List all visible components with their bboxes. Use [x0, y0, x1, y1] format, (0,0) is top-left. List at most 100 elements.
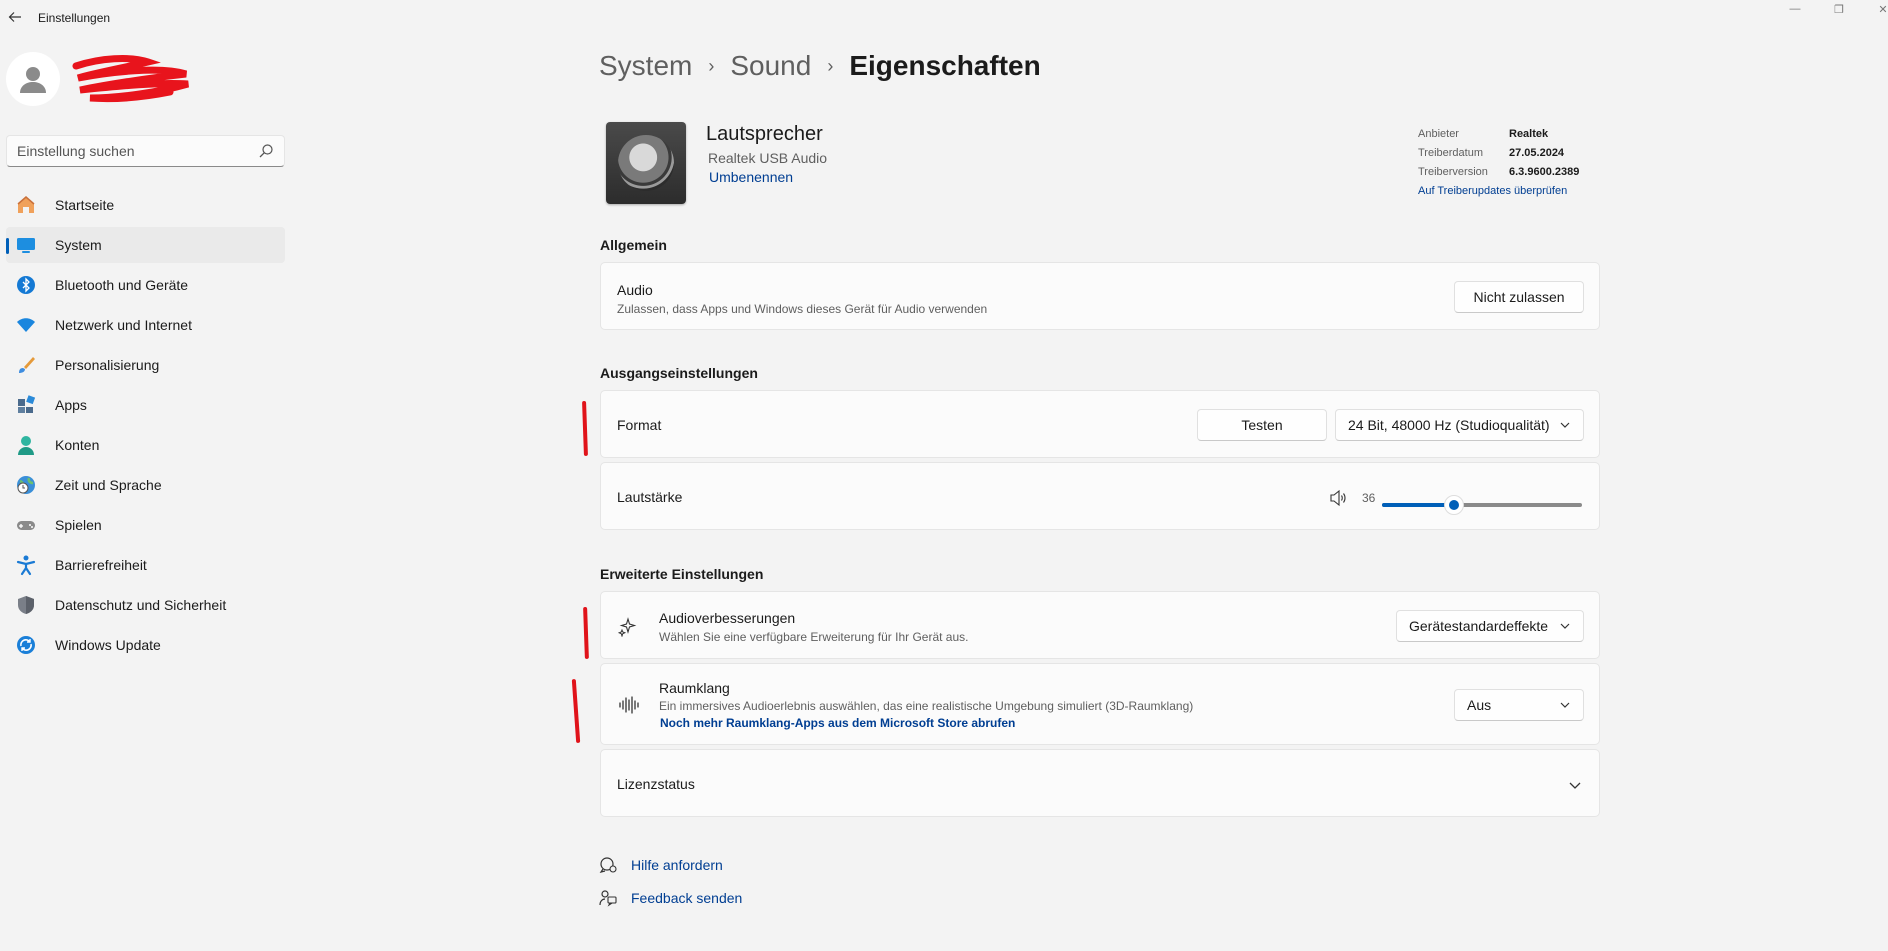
- breadcrumb: System › Sound › Eigenschaften: [599, 50, 1041, 82]
- sidebar-item-konten[interactable]: Konten: [6, 427, 285, 463]
- rename-link[interactable]: Umbenennen: [709, 169, 793, 185]
- sidebar-item-zeit-und-sprache[interactable]: Zeit und Sprache: [6, 467, 285, 503]
- spatial-sound-dropdown-value: Aus: [1467, 697, 1492, 713]
- feedback-icon: [599, 890, 617, 907]
- help-chat-icon: [599, 857, 617, 873]
- license-status-title: Lizenzstatus: [617, 776, 695, 792]
- device-subtitle: Realtek USB Audio: [708, 150, 828, 166]
- sidebar-item-datenschutz[interactable]: Datenschutz und Sicherheit: [6, 587, 285, 623]
- maximize-button[interactable]: ❐: [1819, 0, 1859, 18]
- sound-wave-icon: [619, 696, 639, 714]
- title-bar: Einstellungen — ❐ ✕: [0, 0, 1888, 34]
- test-button[interactable]: Testen: [1197, 409, 1327, 441]
- breadcrumb-separator: ›: [827, 55, 834, 76]
- sidebar-item-label: Personalisierung: [55, 357, 160, 373]
- chevron-down-icon[interactable]: [1568, 778, 1582, 792]
- sidebar-item-label: Konten: [55, 437, 100, 453]
- format-card: Format Testen 24 Bit, 48000 Hz (Studioqu…: [600, 390, 1600, 458]
- section-heading-general: Allgemein: [600, 237, 667, 253]
- sidebar-item-spielen[interactable]: Spielen: [6, 507, 285, 543]
- sidebar-item-label: Zeit und Sprache: [55, 477, 162, 493]
- driver-info-key: Treiberversion: [1418, 166, 1488, 178]
- sidebar-item-windows-update[interactable]: Windows Update: [6, 627, 285, 663]
- apps-icon: [15, 394, 37, 416]
- format-title: Format: [617, 417, 662, 433]
- sidebar-item-bluetooth[interactable]: Bluetooth und Geräte: [6, 267, 285, 303]
- sidebar-item-startseite[interactable]: Startseite: [6, 187, 285, 223]
- driver-info-row: Treiberdatum 27.05.2024: [1418, 147, 1579, 166]
- driver-info-value: 27.05.2024: [1509, 147, 1565, 159]
- enhancements-title: Audioverbesserungen: [659, 610, 796, 626]
- spatial-sound-description: Ein immersives Audioerlebnis auswählen, …: [659, 699, 1194, 713]
- volume-title: Lautstärke: [617, 489, 683, 505]
- annotation-marker: [571, 678, 581, 744]
- get-help-link[interactable]: Hilfe anfordern: [599, 856, 723, 874]
- driver-update-link[interactable]: Auf Treiberupdates überprüfen: [1418, 185, 1579, 197]
- driver-info-row: Anbieter Realtek: [1418, 128, 1579, 147]
- brush-icon: [15, 354, 37, 376]
- sidebar-item-label: Startseite: [55, 197, 115, 213]
- sidebar-item-label: Barrierefreiheit: [55, 557, 147, 573]
- section-heading-advanced: Erweiterte Einstellungen: [600, 566, 764, 582]
- audio-title: Audio: [617, 282, 653, 298]
- back-arrow-icon: [8, 12, 21, 22]
- spatial-sound-card: Raumklang Ein immersives Audioerlebnis a…: [600, 663, 1600, 745]
- sidebar-item-label: Bluetooth und Geräte: [55, 277, 189, 293]
- shield-icon: [15, 594, 37, 616]
- app-title: Einstellungen: [38, 11, 111, 25]
- account-icon: [15, 434, 37, 456]
- breadcrumb-separator: ›: [708, 55, 715, 76]
- send-feedback-link[interactable]: Feedback senden: [599, 889, 742, 907]
- device-name: Lautsprecher: [706, 123, 823, 145]
- system-icon: [15, 234, 37, 256]
- sidebar-item-system[interactable]: System: [6, 227, 285, 263]
- format-dropdown[interactable]: 24 Bit, 48000 Hz (Studioqualität): [1335, 409, 1584, 441]
- back-button[interactable]: [4, 7, 26, 27]
- speaker-icon: [606, 122, 686, 204]
- sidebar-item-barrierefreiheit[interactable]: Barrierefreiheit: [6, 547, 285, 583]
- minimize-button[interactable]: —: [1775, 0, 1815, 18]
- format-dropdown-value: 24 Bit, 48000 Hz (Studioqualität): [1348, 417, 1550, 433]
- driver-info: Anbieter Realtek Treiberdatum 27.05.2024…: [1418, 128, 1579, 197]
- chevron-down-icon: [1560, 702, 1570, 708]
- microsoft-store-link[interactable]: Noch mehr Raumklang-Apps aus dem Microso…: [660, 716, 1015, 730]
- breadcrumb-system[interactable]: System: [599, 50, 692, 82]
- driver-info-key: Anbieter: [1418, 128, 1459, 140]
- audio-card: Audio Zulassen, dass Apps und Windows di…: [600, 262, 1600, 330]
- sparkle-icon: [618, 617, 637, 637]
- volume-slider-thumb[interactable]: [1444, 495, 1464, 515]
- spatial-sound-title: Raumklang: [659, 680, 730, 696]
- search-icon: [259, 144, 273, 158]
- driver-info-key: Treiberdatum: [1418, 147, 1484, 159]
- annotation-marker: [582, 400, 588, 457]
- annotation-marker: [583, 606, 589, 660]
- disallow-audio-button[interactable]: Nicht zulassen: [1454, 281, 1584, 313]
- enhancements-dropdown[interactable]: Gerätestandardeffekte: [1396, 610, 1584, 642]
- enhancements-description: Wählen Sie eine verfügbare Erweiterung f…: [659, 630, 969, 644]
- search-input[interactable]: [17, 143, 258, 159]
- sidebar-item-label: Apps: [55, 397, 87, 413]
- page-title: Eigenschaften: [849, 50, 1041, 81]
- speaker-volume-icon[interactable]: [1329, 489, 1347, 507]
- breadcrumb-sound[interactable]: Sound: [730, 50, 811, 82]
- get-help-label: Hilfe anfordern: [631, 857, 723, 873]
- sidebar-item-apps[interactable]: Apps: [6, 387, 285, 423]
- globe-clock-icon: [15, 474, 37, 496]
- settings-search[interactable]: [6, 135, 285, 167]
- volume-value: 36: [1362, 491, 1376, 505]
- user-icon: [20, 67, 46, 93]
- gamepad-icon: [15, 514, 37, 536]
- sidebar-item-netzwerk[interactable]: Netzwerk und Internet: [6, 307, 285, 343]
- avatar[interactable]: [6, 52, 60, 106]
- sidebar-item-label: Spielen: [55, 517, 102, 533]
- close-button[interactable]: ✕: [1863, 0, 1888, 18]
- volume-slider[interactable]: [1382, 495, 1582, 515]
- spatial-sound-dropdown[interactable]: Aus: [1454, 689, 1584, 721]
- driver-info-row: Treiberversion 6.3.9600.2389: [1418, 166, 1579, 185]
- sidebar-item-label: Windows Update: [55, 637, 161, 653]
- sidebar-item-label: System: [55, 237, 102, 253]
- sidebar-nav: Startseite System Bluetooth und Geräte N…: [6, 187, 285, 667]
- wifi-icon: [15, 314, 37, 336]
- license-status-expander[interactable]: Lizenzstatus: [600, 749, 1600, 817]
- sidebar-item-personalisierung[interactable]: Personalisierung: [6, 347, 285, 383]
